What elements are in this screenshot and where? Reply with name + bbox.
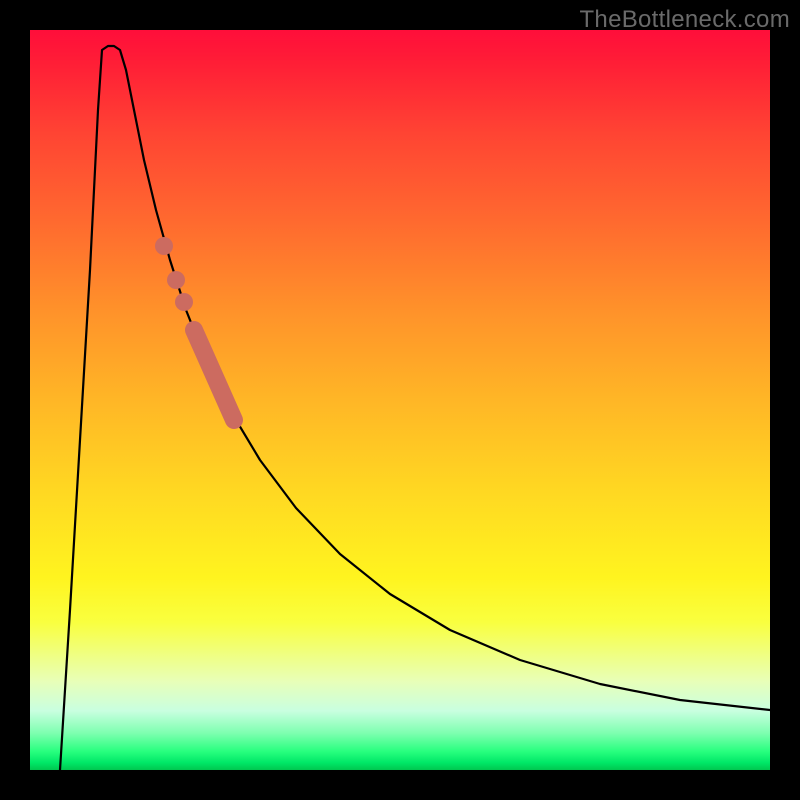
ridge-marker (194, 330, 234, 420)
bottleneck-curve (60, 46, 770, 770)
curve-layer (30, 30, 770, 770)
marker-dots (155, 237, 193, 311)
chart-frame: TheBottleneck.com (0, 0, 800, 800)
attribution-watermark: TheBottleneck.com (579, 6, 790, 34)
plot-area (30, 30, 770, 770)
marker-dot (167, 271, 185, 289)
marker-dot (155, 237, 173, 255)
marker-dot (175, 293, 193, 311)
